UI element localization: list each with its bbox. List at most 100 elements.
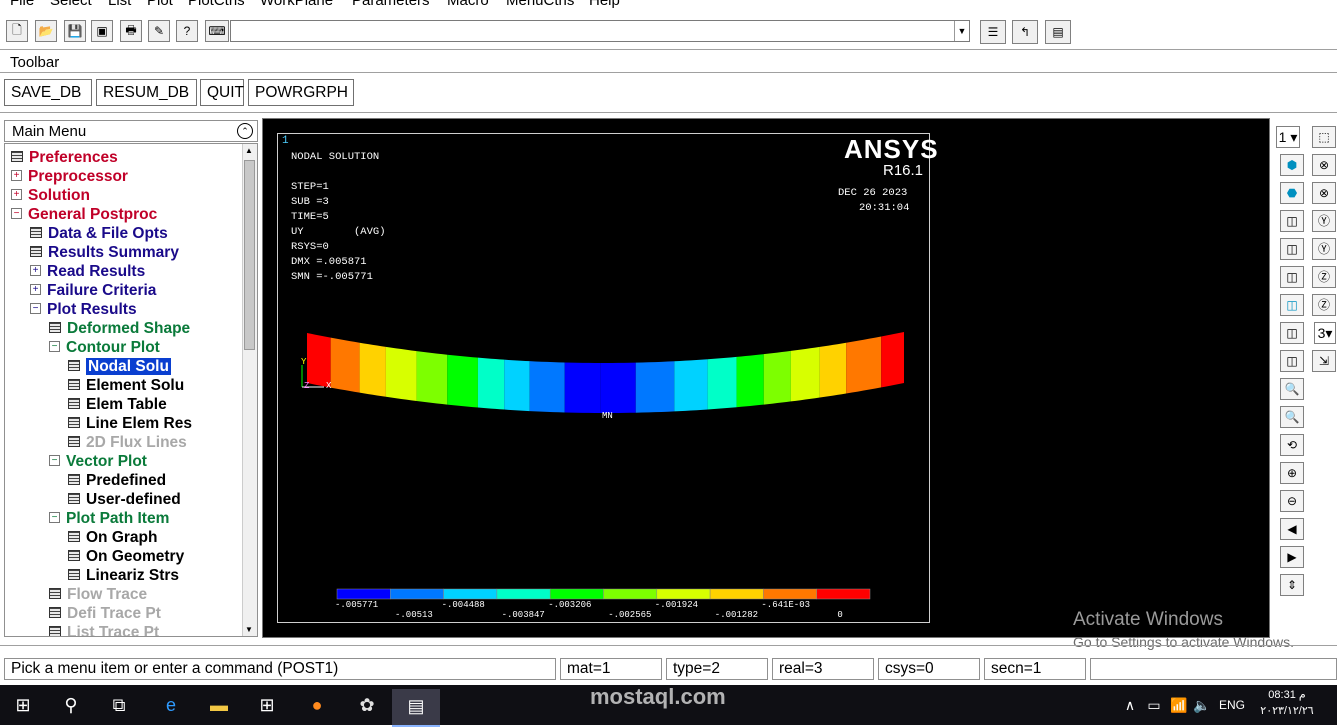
rotate-y-plus-icon[interactable]: Ⓨ bbox=[1312, 210, 1336, 232]
rotate-z-plus-icon[interactable]: Ⓩ bbox=[1312, 266, 1336, 288]
pan-updown-icon[interactable]: ⇕ bbox=[1280, 574, 1304, 596]
menu-doc-icon[interactable] bbox=[68, 436, 80, 448]
menu-doc-icon[interactable] bbox=[68, 550, 80, 562]
menu-tree-item[interactable]: + Preprocessor bbox=[11, 167, 128, 186]
menu-doc-icon[interactable] bbox=[49, 607, 61, 619]
clock-date[interactable]: ٢٠٢٣/١٢/٢٦ bbox=[1252, 704, 1322, 728]
iso-cube-icon[interactable]: ⬢ bbox=[1280, 154, 1304, 176]
menu-macro[interactable]: Macro bbox=[447, 0, 489, 8]
reset-picking-icon[interactable]: ↰ bbox=[1012, 20, 1038, 44]
firefox-icon[interactable]: ● bbox=[304, 693, 330, 717]
menu-tree-item[interactable]: − General Postproc bbox=[11, 205, 157, 224]
isometric-view-icon[interactable]: ⬚ bbox=[1312, 126, 1336, 148]
menu-doc-icon[interactable] bbox=[68, 398, 80, 410]
command-input[interactable]: ▼ bbox=[230, 20, 970, 42]
volume-icon[interactable]: 🔈 bbox=[1192, 693, 1212, 717]
scroll-thumb[interactable] bbox=[244, 160, 255, 350]
menu-doc-icon[interactable] bbox=[49, 322, 61, 334]
menu-tree-item[interactable]: On Geometry bbox=[68, 547, 184, 566]
back-view-icon[interactable]: ◫ bbox=[1280, 238, 1304, 260]
menu-plotctrls[interactable]: PlotCtrls bbox=[188, 0, 245, 8]
task-view-icon[interactable]: ⧉ bbox=[106, 693, 132, 717]
window-select[interactable]: 1 ▾ bbox=[1276, 126, 1300, 148]
menu-doc-icon[interactable] bbox=[68, 360, 80, 372]
collapse-icon[interactable]: ⌃ bbox=[237, 123, 253, 139]
menu-tree-item[interactable]: − Plot Path Item bbox=[49, 509, 169, 528]
menu-tree-item[interactable]: Predefined bbox=[68, 471, 166, 490]
left-view-icon[interactable]: ◫ bbox=[1280, 322, 1304, 344]
ansys-task-icon[interactable]: ▤ bbox=[392, 689, 440, 727]
collapse-tree-icon[interactable]: − bbox=[49, 512, 60, 524]
rotate-z-minus-icon[interactable]: Ⓩ bbox=[1312, 294, 1336, 316]
menu-doc-icon[interactable] bbox=[49, 588, 61, 600]
expand-icon[interactable]: + bbox=[30, 284, 41, 296]
menu-tree-item[interactable]: − Vector Plot bbox=[49, 452, 147, 471]
help-icon[interactable]: ? bbox=[176, 20, 198, 42]
menu-help[interactable]: Help bbox=[589, 0, 620, 8]
expand-icon[interactable]: + bbox=[11, 189, 22, 201]
collapse-tree-icon[interactable]: − bbox=[49, 455, 60, 467]
bottom-view-icon[interactable]: ◫ bbox=[1280, 294, 1304, 316]
menu-doc-icon[interactable] bbox=[49, 626, 61, 636]
report-icon[interactable]: ▣ bbox=[91, 20, 113, 42]
menu-file[interactable]: File bbox=[10, 0, 34, 8]
menu-tree-item[interactable]: + Read Results bbox=[30, 262, 145, 281]
new-file-icon[interactable]: 🗋 bbox=[6, 20, 28, 42]
chevron-down-icon[interactable]: ▼ bbox=[954, 21, 969, 41]
rotate-x-plus-icon[interactable]: ⊗ bbox=[1312, 154, 1336, 176]
contact-manager-icon[interactable]: ▤ bbox=[1045, 20, 1071, 44]
save-icon[interactable]: 💾 bbox=[64, 20, 86, 42]
battery-icon[interactable]: ▭ bbox=[1144, 693, 1164, 717]
rate-select[interactable]: 3▾ bbox=[1314, 322, 1336, 344]
zoom-in-icon[interactable]: ⊕ bbox=[1280, 462, 1304, 484]
menu-parameters[interactable]: Parameters bbox=[352, 0, 430, 8]
menu-select[interactable]: Select bbox=[50, 0, 92, 8]
tree-scrollbar[interactable]: ▲ ▼ bbox=[242, 144, 257, 636]
resum-db-button[interactable]: RESUM_DB bbox=[96, 79, 197, 106]
menu-tree-item[interactable]: − Contour Plot bbox=[49, 338, 160, 357]
scroll-up-icon[interactable]: ▲ bbox=[245, 146, 253, 155]
expand-icon[interactable]: + bbox=[30, 265, 41, 277]
save-db-button[interactable]: SAVE_DB bbox=[4, 79, 92, 106]
network-icon[interactable]: 📶 bbox=[1168, 693, 1190, 717]
rotate-x-minus-icon[interactable]: ⊗ bbox=[1312, 182, 1336, 204]
menu-tree-item[interactable]: + Solution bbox=[11, 186, 90, 205]
edge-icon[interactable]: e bbox=[158, 693, 184, 717]
collapse-tree-icon[interactable]: − bbox=[49, 341, 60, 353]
store-icon[interactable]: ⊞ bbox=[254, 693, 280, 717]
menu-doc-icon[interactable] bbox=[68, 493, 80, 505]
language-indicator[interactable]: ENG bbox=[1216, 693, 1248, 717]
print-icon[interactable]: 🖶 bbox=[120, 20, 142, 42]
keyboard-icon[interactable]: ⌨ bbox=[205, 20, 229, 42]
menu-tree-item[interactable]: Nodal Solu bbox=[68, 357, 171, 376]
menu-tree-item[interactable]: Lineariz Strs bbox=[68, 566, 179, 585]
menu-tree-item[interactable]: Element Solu bbox=[68, 376, 184, 395]
chevron-up-icon[interactable]: ∧ bbox=[1120, 693, 1140, 717]
menu-tree-item[interactable]: Deformed Shape bbox=[49, 319, 190, 338]
app-icon[interactable]: ✿ bbox=[354, 693, 380, 717]
menu-tree-item[interactable]: Line Elem Res bbox=[68, 414, 192, 433]
menu-doc-icon[interactable] bbox=[68, 569, 80, 581]
menu-doc-icon[interactable] bbox=[11, 151, 23, 163]
scroll-down-icon[interactable]: ▼ bbox=[245, 625, 253, 634]
fit-view-icon[interactable]: ⟲ bbox=[1280, 434, 1304, 456]
expand-icon[interactable]: + bbox=[11, 170, 22, 182]
menu-tree-item[interactable]: − Plot Results bbox=[30, 300, 137, 319]
report-generator-icon[interactable]: ✎ bbox=[148, 20, 170, 42]
menu-doc-icon[interactable] bbox=[68, 474, 80, 486]
zoom-icon[interactable]: 🔍 bbox=[1280, 378, 1304, 400]
menu-tree-item[interactable]: Results Summary bbox=[30, 243, 179, 262]
menu-doc-icon[interactable] bbox=[68, 417, 80, 429]
menu-tree-item[interactable]: Data & File Opts bbox=[30, 224, 168, 243]
powrgrph-button[interactable]: POWRGRPH bbox=[248, 79, 354, 106]
menu-tree-item[interactable]: + Failure Criteria bbox=[30, 281, 156, 300]
zoom-out-icon[interactable]: ⊖ bbox=[1280, 490, 1304, 512]
rotate-y-minus-icon[interactable]: Ⓨ bbox=[1312, 238, 1336, 260]
windows-start-icon[interactable]: ⊞ bbox=[10, 693, 36, 717]
menu-tree-item[interactable]: User-defined bbox=[68, 490, 181, 509]
front-view-icon[interactable]: ◫ bbox=[1280, 210, 1304, 232]
menu-list[interactable]: List bbox=[108, 0, 131, 8]
pan-left-icon[interactable]: ◀ bbox=[1280, 518, 1304, 540]
menu-tree-item[interactable]: On Graph bbox=[68, 528, 157, 547]
collapse-tree-icon[interactable]: − bbox=[11, 208, 22, 220]
